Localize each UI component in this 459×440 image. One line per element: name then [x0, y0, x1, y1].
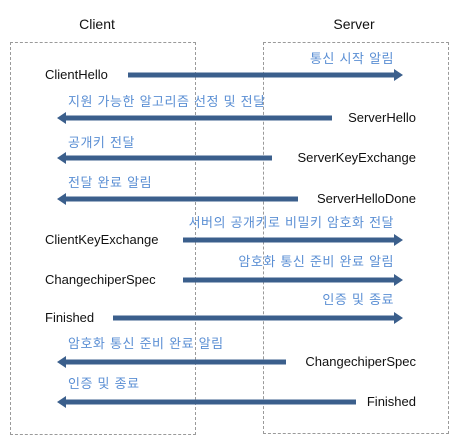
- message-label: ServerHello: [348, 110, 416, 125]
- message-label: Finished: [45, 310, 95, 325]
- message-arrow: [57, 356, 286, 368]
- message-annotation: 암호화 통신 준비 완료 알림: [68, 337, 224, 352]
- message-label: Finished: [366, 394, 416, 409]
- message-label: ChangechiperSpec: [45, 272, 156, 287]
- message-annotation: 공개키 전달: [68, 136, 135, 151]
- message-arrow: [57, 193, 298, 205]
- message-arrow: [113, 312, 403, 324]
- message-arrow: [57, 396, 356, 408]
- message-annotation: 암호화 통신 준비 완료 알림: [238, 255, 394, 270]
- message-label: ChangechiperSpec: [305, 354, 416, 369]
- message-annotation: 서버의 공개키로 비밀키 암호화 전달: [188, 216, 394, 231]
- message-arrow: [183, 274, 403, 286]
- message-arrow: [183, 234, 403, 246]
- message-annotation: 지원 가능한 알고리즘 선정 및 전달: [68, 95, 266, 110]
- message-label: ServerKeyExchange: [297, 150, 416, 165]
- message-annotation: 인증 및 종료: [68, 377, 140, 392]
- message-arrow: [57, 112, 332, 124]
- message-label: ClientHello: [45, 67, 108, 82]
- message-annotation: 전달 완료 알림: [68, 176, 153, 191]
- message-arrow: [57, 152, 272, 164]
- message-arrow: [128, 69, 403, 81]
- ssl-handshake-diagram: Client Server ClientHello 통신 시작 알림 ServerH…: [0, 0, 459, 440]
- message-annotation: 인증 및 종료: [322, 293, 394, 308]
- message-annotation: 통신 시작 알림: [309, 52, 394, 67]
- message-label: ServerHelloDone: [317, 191, 416, 206]
- message-label: ClientKeyExchange: [45, 232, 159, 247]
